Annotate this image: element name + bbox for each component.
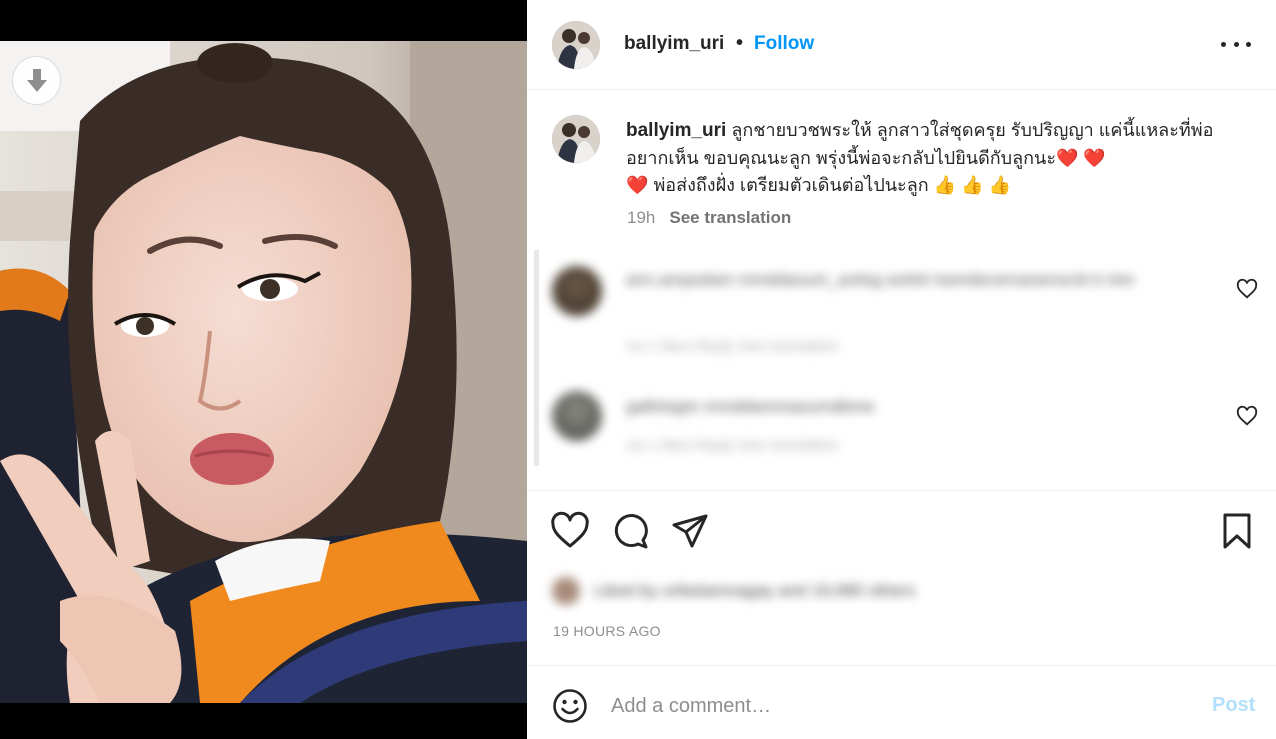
comment-button[interactable]: [610, 511, 650, 551]
post-header: ballyim_uri • Follow: [527, 0, 1276, 90]
download-button[interactable]: [12, 56, 61, 105]
caption-text-2: พ่อส่งถึงฝั่ง เตรียมตัวเดินต่อไปนะลูก: [653, 175, 929, 195]
post-media: [0, 0, 527, 739]
photo-illustration: [0, 41, 527, 703]
like-button[interactable]: [550, 511, 590, 551]
comments-scrollbar[interactable]: [534, 250, 539, 466]
divider: [527, 665, 1276, 666]
comment-meta: 1w 1 likes Reply See translation: [626, 437, 839, 454]
separator-dot: •: [736, 32, 744, 54]
post-details-panel: ballyim_uri • Follow ballyim_uri ลูกชายบว…: [527, 0, 1276, 739]
more-horizontal-icon: [1221, 41, 1226, 47]
arrow-down-icon: [26, 68, 47, 92]
post-author-username[interactable]: ballyim_uri: [624, 33, 724, 55]
avatar[interactable]: [552, 21, 600, 69]
post-time[interactable]: 19h: [627, 208, 655, 227]
post-date[interactable]: 19 HOURS AGO: [553, 623, 661, 639]
follow-button[interactable]: Follow: [754, 33, 814, 55]
avatar[interactable]: [552, 266, 602, 316]
likes-text: Liked by uribelamnagay and 19,990 others: [594, 581, 916, 600]
avatar-image: [552, 21, 600, 69]
more-options-button[interactable]: [1221, 34, 1251, 54]
comment-meta: 1w 1 likes Reply See translation: [626, 338, 839, 355]
heart-emoji: ❤️ ❤️: [1056, 147, 1106, 168]
comment-text: ann.ampsdam mmddaoum_avitsg avitsh kamde…: [626, 270, 1135, 289]
add-comment-input[interactable]: [611, 690, 1171, 722]
post-photo[interactable]: [0, 41, 527, 703]
post-caption: ballyim_uri ลูกชายบวชพระให้ ลูกสาวใส่ชุดค…: [626, 117, 1216, 200]
see-translation-link[interactable]: See translation: [669, 208, 791, 227]
caption-username[interactable]: ballyim_uri: [626, 120, 726, 141]
post-comment-button[interactable]: Post: [1212, 694, 1255, 717]
emoji-icon[interactable]: [552, 688, 588, 724]
caption-meta: 19h See translation: [627, 208, 791, 228]
comment-text: galfohpjm mmddammaoumdbme: [626, 397, 875, 416]
heart-outline-icon[interactable]: [1236, 278, 1258, 300]
divider: [527, 490, 1276, 491]
save-bookmark-button[interactable]: [1217, 511, 1257, 551]
thumbs-up-emoji: 👍 👍 👍: [933, 175, 1011, 195]
share-button[interactable]: [670, 511, 710, 551]
avatar-image: [552, 115, 600, 163]
heart-emoji: ❤️: [626, 175, 649, 195]
caption-avatar[interactable]: [552, 115, 600, 163]
heart-outline-icon[interactable]: [1236, 405, 1258, 427]
likes-summary[interactable]: Liked by uribelamnagay and 19,990 others: [552, 573, 972, 609]
avatar[interactable]: [552, 391, 602, 441]
avatar: [552, 577, 580, 605]
